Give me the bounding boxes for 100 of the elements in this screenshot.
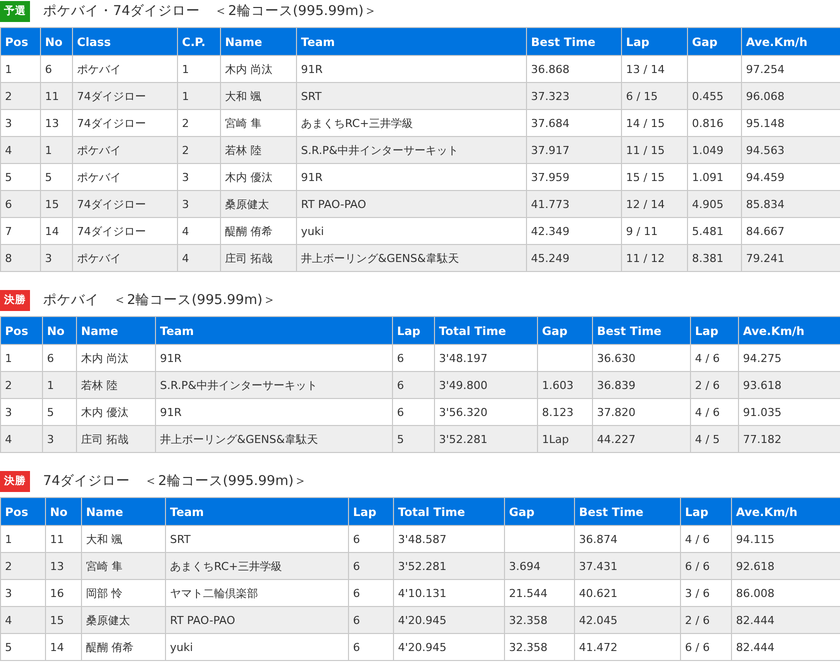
table-cell: 3'48.197 xyxy=(434,344,538,372)
table-cell: 45.249 xyxy=(526,244,622,272)
column-header: No xyxy=(42,316,76,344)
table-cell: ポケバイ xyxy=(72,164,178,190)
table-cell: 大和 颯 xyxy=(82,526,166,552)
table-cell: 木内 優汰 xyxy=(220,164,296,190)
table-cell: 40.621 xyxy=(574,580,680,606)
table-cell: 6 xyxy=(0,190,40,218)
table-cell: 8.123 xyxy=(538,398,592,426)
table-cell: RT PAO-PAO xyxy=(296,190,526,218)
table-cell: 3.694 xyxy=(504,552,574,580)
column-header: Total Time xyxy=(434,316,538,344)
table-cell: 86.008 xyxy=(732,580,840,606)
table-cell: 5 xyxy=(42,398,76,426)
table-cell: 4 / 6 xyxy=(690,398,738,426)
table-cell: 36.868 xyxy=(526,56,622,82)
table-cell: 1 xyxy=(178,56,220,82)
column-header: Name xyxy=(76,316,156,344)
table-cell: 8 xyxy=(0,244,40,272)
table-cell: 37.820 xyxy=(592,398,690,426)
table-cell: 14 xyxy=(46,634,82,660)
column-header: Lap xyxy=(348,498,394,526)
table-cell: 2 xyxy=(0,552,46,580)
table-cell: 1 xyxy=(40,136,72,164)
table-cell: 桑原健太 xyxy=(220,190,296,218)
table-cell: 4 xyxy=(0,426,42,452)
table-cell: 97.254 xyxy=(742,56,840,82)
table-cell: 96.068 xyxy=(742,82,840,110)
table-cell: 2 xyxy=(178,136,220,164)
table-cell: SRT xyxy=(296,82,526,110)
table-cell: 3 / 6 xyxy=(680,580,732,606)
table-cell: ポケバイ xyxy=(72,56,178,82)
table-cell: 44.227 xyxy=(592,426,690,452)
table-cell: yuki xyxy=(166,634,348,660)
table-cell: 77.182 xyxy=(738,426,840,452)
table-cell: 11 / 12 xyxy=(622,244,688,272)
table-cell: 4'10.131 xyxy=(394,580,504,606)
column-header: Name xyxy=(82,498,166,526)
table-cell: 3'48.587 xyxy=(394,526,504,552)
table-cell: 36.839 xyxy=(592,372,690,398)
table-cell: 3 xyxy=(42,426,76,452)
table-cell: 醍醐 侑希 xyxy=(220,218,296,244)
column-header: Pos xyxy=(0,316,42,344)
table-cell: 6 xyxy=(348,580,394,606)
table-cell: 4 / 6 xyxy=(690,344,738,372)
table-cell: 6 xyxy=(392,344,434,372)
table-cell: 37.323 xyxy=(526,82,622,110)
table-cell: 井上ボーリング&GENS&韋駄天 xyxy=(156,426,392,452)
table-cell: 3'52.281 xyxy=(434,426,538,452)
table-cell: 6 xyxy=(42,344,76,372)
table-cell: 12 / 14 xyxy=(622,190,688,218)
column-header: Best Time xyxy=(526,28,622,56)
column-header: Team xyxy=(296,28,526,56)
table-cell: 4 / 6 xyxy=(680,526,732,552)
table-cell: 4 xyxy=(178,218,220,244)
table-cell: 92.618 xyxy=(732,552,840,580)
table-cell: 2 / 6 xyxy=(690,372,738,398)
table-cell: 岡部 怜 xyxy=(82,580,166,606)
column-header: Team xyxy=(166,498,348,526)
table-cell: 1 xyxy=(178,82,220,110)
table-cell: 1 xyxy=(0,526,46,552)
table-cell: 91R xyxy=(296,56,526,82)
table-cell: 6 xyxy=(392,398,434,426)
table-cell: 2 / 6 xyxy=(680,606,732,634)
race-title: ポケバイ・74ダイジロー ＜2輪コース(995.99m)＞ xyxy=(43,2,378,20)
column-header: Name xyxy=(220,28,296,56)
table-cell: 桑原健太 xyxy=(82,606,166,634)
table-cell: 21.544 xyxy=(504,580,574,606)
table-cell: 3 xyxy=(178,190,220,218)
table-cell: 82.444 xyxy=(732,634,840,660)
table-cell: 11 xyxy=(46,526,82,552)
table-cell: 0.816 xyxy=(688,110,742,136)
column-header: Lap xyxy=(392,316,434,344)
table-cell: 4 xyxy=(0,136,40,164)
round-badge: 決勝 xyxy=(0,290,30,310)
table-cell: 94.459 xyxy=(742,164,840,190)
table-cell: 3 xyxy=(178,164,220,190)
table-cell: 16 xyxy=(46,580,82,606)
table-cell: 4'20.945 xyxy=(394,634,504,660)
table-cell: 醍醐 侑希 xyxy=(82,634,166,660)
table-cell: 庄司 拓哉 xyxy=(220,244,296,272)
column-header: Best Time xyxy=(592,316,690,344)
table-cell: 74ダイジロー xyxy=(72,218,178,244)
column-header: Pos xyxy=(0,498,46,526)
table-cell: yuki xyxy=(296,218,526,244)
table-cell: 3 xyxy=(40,244,72,272)
table-cell: S.R.P&中井インターサーキット xyxy=(296,136,526,164)
table-cell: 91.035 xyxy=(738,398,840,426)
table-cell: 6 xyxy=(348,606,394,634)
table-cell: 41.472 xyxy=(574,634,680,660)
table-cell: 若林 陸 xyxy=(76,372,156,398)
table-cell: 6 xyxy=(348,526,394,552)
table-cell: あまくちRC+三井学級 xyxy=(166,552,348,580)
table-cell: 4 xyxy=(178,244,220,272)
table-cell: 井上ボーリング&GENS&韋駄天 xyxy=(296,244,526,272)
table-cell: 8.381 xyxy=(688,244,742,272)
column-header: No xyxy=(46,498,82,526)
table-cell: 13 xyxy=(46,552,82,580)
table-cell: 11 xyxy=(40,82,72,110)
table-cell: 1 xyxy=(0,344,42,372)
